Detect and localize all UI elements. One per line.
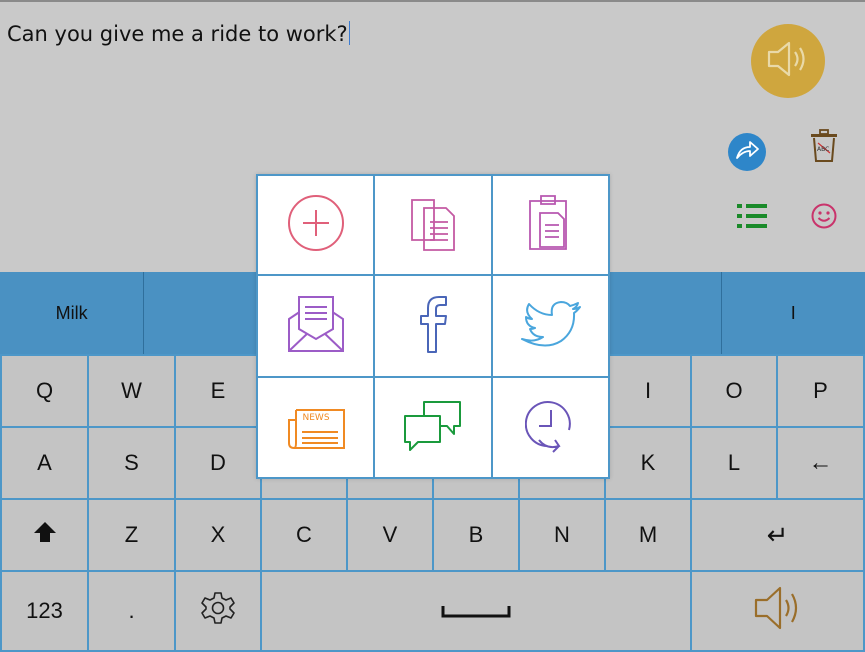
speaker-icon	[765, 39, 811, 83]
key-e[interactable]: E	[176, 356, 260, 426]
shift-key[interactable]	[2, 500, 87, 570]
list-icon	[736, 202, 768, 234]
return-key[interactable]: ↵	[692, 500, 863, 570]
key-m[interactable]: M	[606, 500, 690, 570]
news-icon: NEWS	[286, 406, 346, 450]
gear-icon	[200, 590, 236, 632]
key-z[interactable]: Z	[89, 500, 174, 570]
suggestion-1[interactable]: Milk	[0, 272, 145, 354]
key-l[interactable]: L	[692, 428, 776, 498]
key-b[interactable]: B	[434, 500, 518, 570]
space-key[interactable]	[262, 572, 690, 650]
numbers-key[interactable]: 123	[2, 572, 87, 650]
key-p[interactable]: P	[778, 356, 863, 426]
share-icon	[734, 138, 760, 166]
key-q[interactable]: Q	[2, 356, 87, 426]
backspace-key[interactable]: ←	[778, 428, 863, 498]
suggestion-6[interactable]: I	[722, 272, 865, 354]
key-d[interactable]: D	[176, 428, 260, 498]
paste-icon	[526, 193, 576, 257]
key-n[interactable]: N	[520, 500, 604, 570]
copy-option[interactable]	[375, 176, 491, 274]
chat-icon	[402, 398, 464, 458]
key-k[interactable]: K	[606, 428, 690, 498]
key-a[interactable]: A	[2, 428, 87, 498]
key-c[interactable]: C	[262, 500, 346, 570]
phrases-list-button[interactable]	[734, 200, 770, 236]
share-menu: NEWS	[256, 174, 610, 479]
twitter-option[interactable]	[493, 276, 608, 376]
new-document-option[interactable]	[258, 176, 373, 274]
news-label: NEWS	[302, 412, 330, 423]
shift-icon	[33, 521, 57, 549]
key-s[interactable]: S	[89, 428, 174, 498]
copy-icon	[408, 194, 458, 256]
key-w[interactable]: W	[89, 356, 174, 426]
facebook-option[interactable]	[375, 276, 491, 376]
emoji-button[interactable]	[806, 200, 842, 236]
key-x[interactable]: X	[176, 500, 260, 570]
key-i[interactable]: I	[606, 356, 690, 426]
email-option[interactable]	[258, 276, 373, 376]
message-text[interactable]: Can you give me a ride to work?	[7, 21, 350, 46]
key-o[interactable]: O	[692, 356, 776, 426]
share-button[interactable]	[728, 133, 766, 171]
add-circle-icon	[286, 193, 346, 257]
history-icon	[524, 396, 577, 460]
news-option[interactable]: NEWS	[258, 378, 373, 477]
period-key[interactable]: .	[89, 572, 174, 650]
email-icon	[286, 295, 346, 357]
twitter-icon	[519, 299, 583, 353]
facebook-icon	[416, 294, 450, 358]
trash-icon: ABC	[809, 129, 839, 167]
messages-option[interactable]	[375, 378, 491, 477]
svg-text:ABC: ABC	[817, 146, 829, 153]
speak-button[interactable]	[751, 24, 825, 98]
speak-key[interactable]	[692, 572, 863, 650]
paste-option[interactable]	[493, 176, 608, 274]
space-icon	[441, 598, 511, 624]
history-option[interactable]	[493, 378, 608, 477]
clear-button[interactable]: ABC	[806, 129, 842, 167]
key-v[interactable]: V	[348, 500, 432, 570]
settings-key[interactable]	[176, 572, 260, 650]
text-caret	[348, 21, 350, 45]
smiley-icon	[810, 202, 838, 234]
speaker-icon	[750, 583, 806, 639]
